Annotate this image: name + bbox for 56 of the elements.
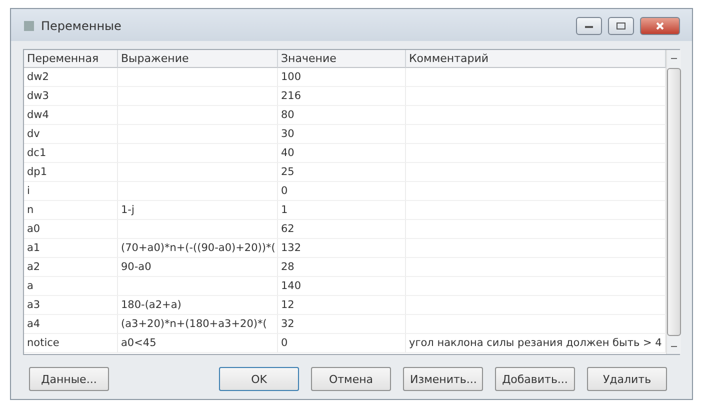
table-cell: 1-j <box>118 200 278 220</box>
table-cell: 40 <box>278 144 406 163</box>
minimize-button[interactable] <box>576 16 602 35</box>
table-cell: 180-(a2+a) <box>118 296 278 315</box>
column-header[interactable]: Выражение <box>118 50 278 68</box>
window-title: Переменные <box>41 18 122 33</box>
maximize-button[interactable] <box>608 16 634 35</box>
close-icon <box>655 22 665 30</box>
table-cell: dv <box>24 124 118 144</box>
table-cell: 0 <box>278 334 406 353</box>
table-cell: (a3+20)*n+(180+a3+20)*( <box>118 314 278 334</box>
table-cell: 25 <box>278 162 406 182</box>
table-cell: 0 <box>278 182 406 201</box>
table-cell: dw3 <box>24 86 118 106</box>
column-header[interactable]: Переменная <box>24 50 118 68</box>
dialog-button[interactable]: Удалить <box>587 367 667 391</box>
table-cell: a0<45 <box>118 334 278 353</box>
scrollbar-thumb[interactable] <box>666 68 681 336</box>
maximize-icon <box>616 22 626 30</box>
table-cell: dw4 <box>24 106 118 125</box>
dialog-button[interactable]: Отмена <box>311 367 391 391</box>
table-cell: 216 <box>278 86 406 106</box>
table-cell: dw2 <box>24 68 118 87</box>
table-cell: 100 <box>278 68 406 87</box>
column-header[interactable]: Комментарий <box>406 50 666 68</box>
dialog-button[interactable]: Добавить... <box>495 367 575 391</box>
close-button[interactable] <box>640 16 680 35</box>
table-cell: 62 <box>278 220 406 239</box>
table-cell: a1 <box>24 238 118 258</box>
table-cell: a <box>24 276 118 296</box>
table-cell: n <box>24 200 118 220</box>
dialog-button[interactable]: OK <box>219 367 299 391</box>
dialog-button[interactable]: Данные... <box>29 367 109 391</box>
table-cell: 80 <box>278 106 406 125</box>
table-cell: dp1 <box>24 162 118 182</box>
table-cell: 1 <box>278 200 406 220</box>
table-cell: 32 <box>278 314 406 334</box>
table-cell: a0 <box>24 220 118 239</box>
table-cell: notice <box>24 334 118 353</box>
dialog-button[interactable]: Изменить... <box>403 367 483 391</box>
table-cell: a2 <box>24 258 118 277</box>
table-cell: (70+a0)*n+(-((90-a0)+20))*( <box>118 238 278 258</box>
table-cell: угол наклона силы резания должен быть > 4 <box>406 334 666 353</box>
table-cell: dc1 <box>24 144 118 163</box>
table-cell: i <box>24 182 118 201</box>
scrollbar[interactable] <box>666 50 681 354</box>
column-header[interactable]: Значение <box>278 50 406 68</box>
table-cell: a3 <box>24 296 118 315</box>
table-cell: 140 <box>278 276 406 296</box>
table-cell: 30 <box>278 124 406 144</box>
table-cell: a4 <box>24 314 118 334</box>
table-cell: 28 <box>278 258 406 277</box>
table-cell: 12 <box>278 296 406 315</box>
table-cell: 132 <box>278 238 406 258</box>
table-cell: 90-a0 <box>118 258 278 277</box>
window-icon <box>23 20 35 32</box>
